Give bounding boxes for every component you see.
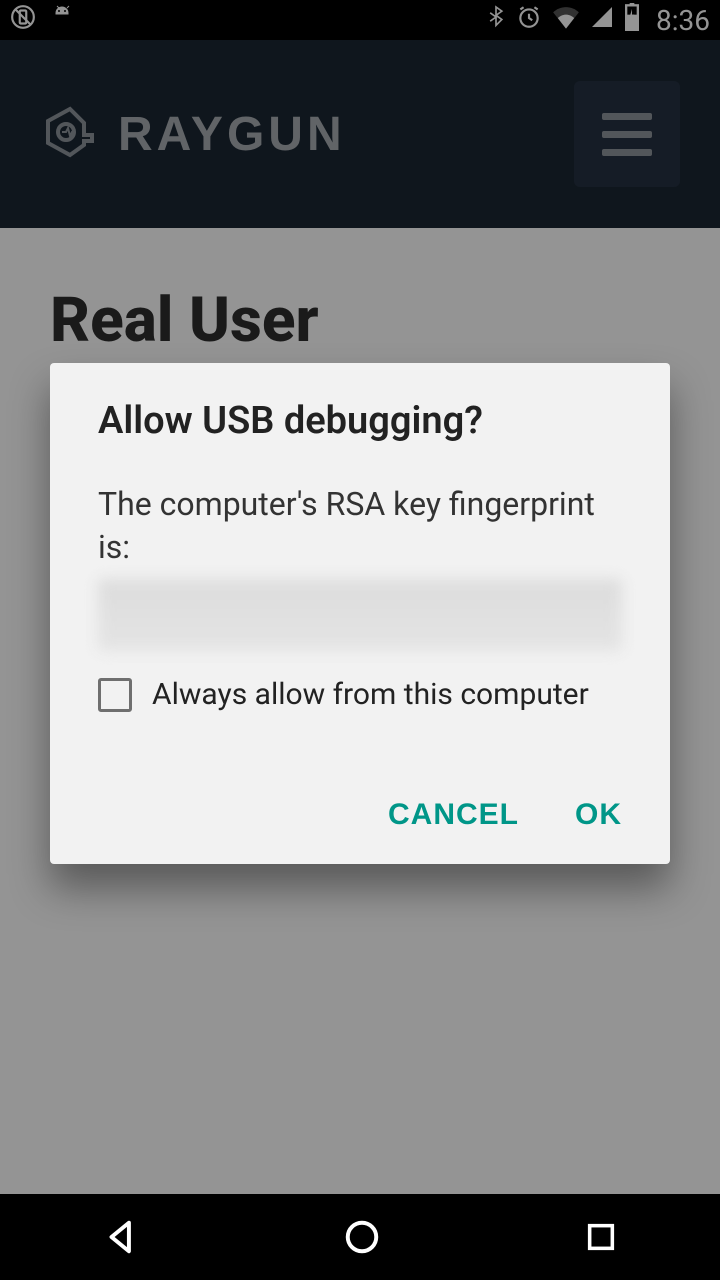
system-nav-bar bbox=[0, 1194, 720, 1280]
rsa-fingerprint-blurred bbox=[98, 579, 622, 651]
always-allow-row[interactable]: Always allow from this computer bbox=[98, 677, 622, 712]
dialog-title: Allow USB debugging? bbox=[98, 399, 622, 443]
always-allow-checkbox[interactable] bbox=[98, 678, 132, 712]
usb-debugging-dialog: Allow USB debugging? The computer's RSA … bbox=[50, 363, 670, 864]
back-button[interactable] bbox=[102, 1218, 140, 1256]
cancel-button[interactable]: CANCEL bbox=[388, 798, 519, 832]
always-allow-label: Always allow from this computer bbox=[152, 677, 589, 712]
home-button[interactable] bbox=[343, 1218, 381, 1256]
ok-button[interactable]: OK bbox=[575, 798, 622, 832]
dialog-body-text: The computer's RSA key fingerprint is: bbox=[98, 483, 622, 569]
recents-button[interactable] bbox=[584, 1220, 618, 1254]
